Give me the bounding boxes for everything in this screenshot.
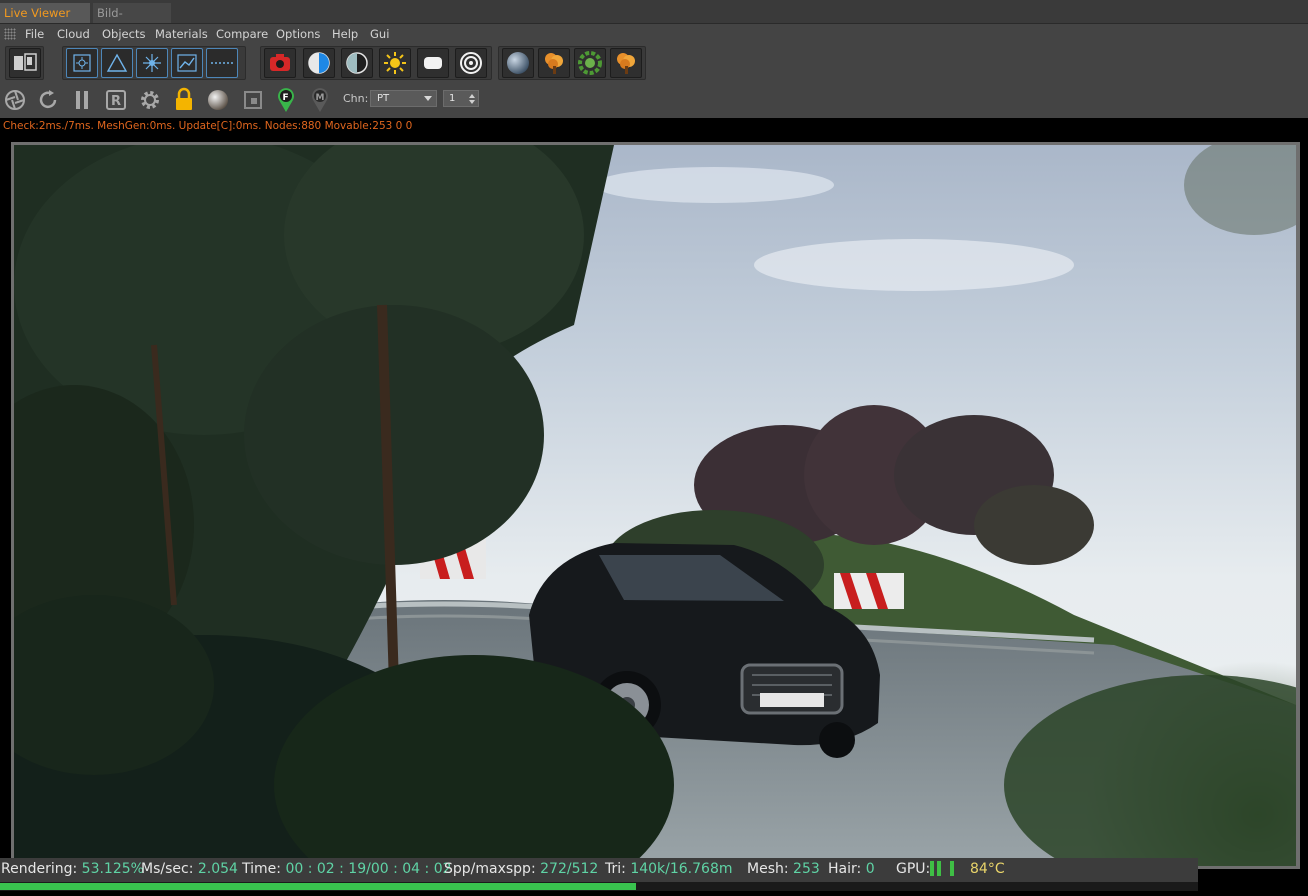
spp-label: Spp/maxspp: — [444, 861, 536, 877]
render-progress-track — [0, 882, 1198, 891]
rounded-rect-icon[interactable] — [417, 48, 449, 78]
tree-orange-2-icon[interactable] — [610, 48, 642, 78]
svg-text:M: M — [316, 93, 325, 103]
gear-icon[interactable] — [137, 87, 163, 113]
spp-value: 272/512 — [540, 861, 599, 877]
hair-value: 0 — [865, 861, 875, 877]
svg-text:F: F — [283, 93, 289, 103]
contrast-blue-icon[interactable] — [303, 48, 335, 78]
tri-value: 140k/16.768m — [630, 861, 733, 877]
channel-label: Chn: — [343, 92, 369, 105]
main-toolbar — [0, 44, 1308, 82]
focus-f-pin-icon[interactable]: F — [273, 87, 299, 113]
tab-bar: Live Viewer 3.08 Bild-Manager — [0, 0, 1308, 40]
channel-select-value: PT — [377, 93, 390, 104]
mssec-value: 2.054 — [197, 861, 238, 877]
secondary-toolbar: R F M — [0, 82, 1308, 118]
pause-icon[interactable] — [69, 87, 95, 113]
refresh-icon[interactable] — [35, 87, 61, 113]
channel-number-value: 1 — [449, 93, 456, 104]
dotted-line-icon[interactable] — [206, 48, 238, 78]
menu-gui[interactable]: Gui — [370, 24, 389, 44]
time-label: Time: — [242, 861, 281, 877]
svg-text:R: R — [111, 94, 121, 109]
timing-stats: Check:2ms./7ms. MeshGen:0ms. Update[C]:0… — [3, 120, 413, 132]
crop-icon[interactable] — [240, 87, 266, 113]
tab-bild-manager[interactable]: Bild-Manager — [93, 3, 171, 40]
tree-orange-icon[interactable] — [538, 48, 570, 78]
hair-label: Hair: — [828, 861, 862, 877]
channel-select[interactable]: PT — [370, 90, 437, 107]
m-pin-icon[interactable]: M — [307, 87, 333, 113]
rendering-value: 53.125% — [81, 861, 144, 877]
gpu-label: GPU: — [896, 861, 931, 877]
target-icon[interactable] — [455, 48, 487, 78]
region-toggle-icon[interactable] — [9, 48, 41, 78]
render-shutter-icon[interactable] — [2, 87, 28, 113]
gpu-load-bar — [930, 861, 934, 876]
tri-label: Tri: — [605, 861, 626, 877]
status-bar: Rendering: 53.125% Ms/sec: 2.054 Time: 0… — [0, 858, 1198, 882]
triangle-wire-icon[interactable] — [101, 48, 133, 78]
menu-bar: File Cloud Objects Materials Compare Opt… — [0, 24, 1308, 44]
camera-red-icon[interactable] — [264, 48, 296, 78]
menu-cloud[interactable]: Cloud — [57, 24, 90, 44]
tab-live-viewer[interactable]: Live Viewer 3.08 — [0, 3, 90, 40]
rendering-label: Rendering: — [1, 861, 78, 877]
gpu-temperature: 84°C — [970, 861, 1005, 877]
render-image — [14, 145, 1296, 866]
lock-icon[interactable] — [171, 87, 197, 113]
menu-help[interactable]: Help — [332, 24, 358, 44]
menu-file[interactable]: File — [25, 24, 44, 44]
menu-options[interactable]: Options — [276, 24, 320, 44]
grip-icon[interactable] — [4, 28, 16, 40]
chevron-down-icon — [424, 96, 432, 101]
image-curve-icon[interactable] — [171, 48, 203, 78]
mesh-value: 253 — [793, 861, 820, 877]
sun-icon[interactable] — [379, 48, 411, 78]
render-viewport[interactable] — [14, 145, 1296, 866]
gpu-load-bar — [937, 861, 941, 876]
tree-green-icon[interactable] — [574, 48, 606, 78]
channel-number-spinner[interactable]: 1 — [443, 90, 479, 107]
light-sparkle-icon[interactable] — [136, 48, 168, 78]
mesh-label: Mesh: — [747, 861, 789, 877]
menu-compare[interactable]: Compare — [216, 24, 268, 44]
contrast-grey-icon[interactable] — [341, 48, 373, 78]
gpu-load-bar — [950, 861, 954, 876]
menu-objects[interactable]: Objects — [102, 24, 145, 44]
sphere-shaded-icon[interactable] — [205, 87, 231, 113]
settings-render-icon[interactable] — [66, 48, 98, 78]
mssec-label: Ms/sec: — [141, 861, 194, 877]
region-r-icon[interactable]: R — [103, 87, 129, 113]
time-value: 00 : 02 : 19/00 : 04 : 02 — [285, 861, 452, 877]
render-progress-fill — [0, 883, 636, 890]
sphere-icon[interactable] — [502, 48, 534, 78]
spinner-up-icon[interactable] — [469, 94, 475, 98]
spinner-down-icon[interactable] — [469, 100, 475, 104]
menu-materials[interactable]: Materials — [155, 24, 208, 44]
